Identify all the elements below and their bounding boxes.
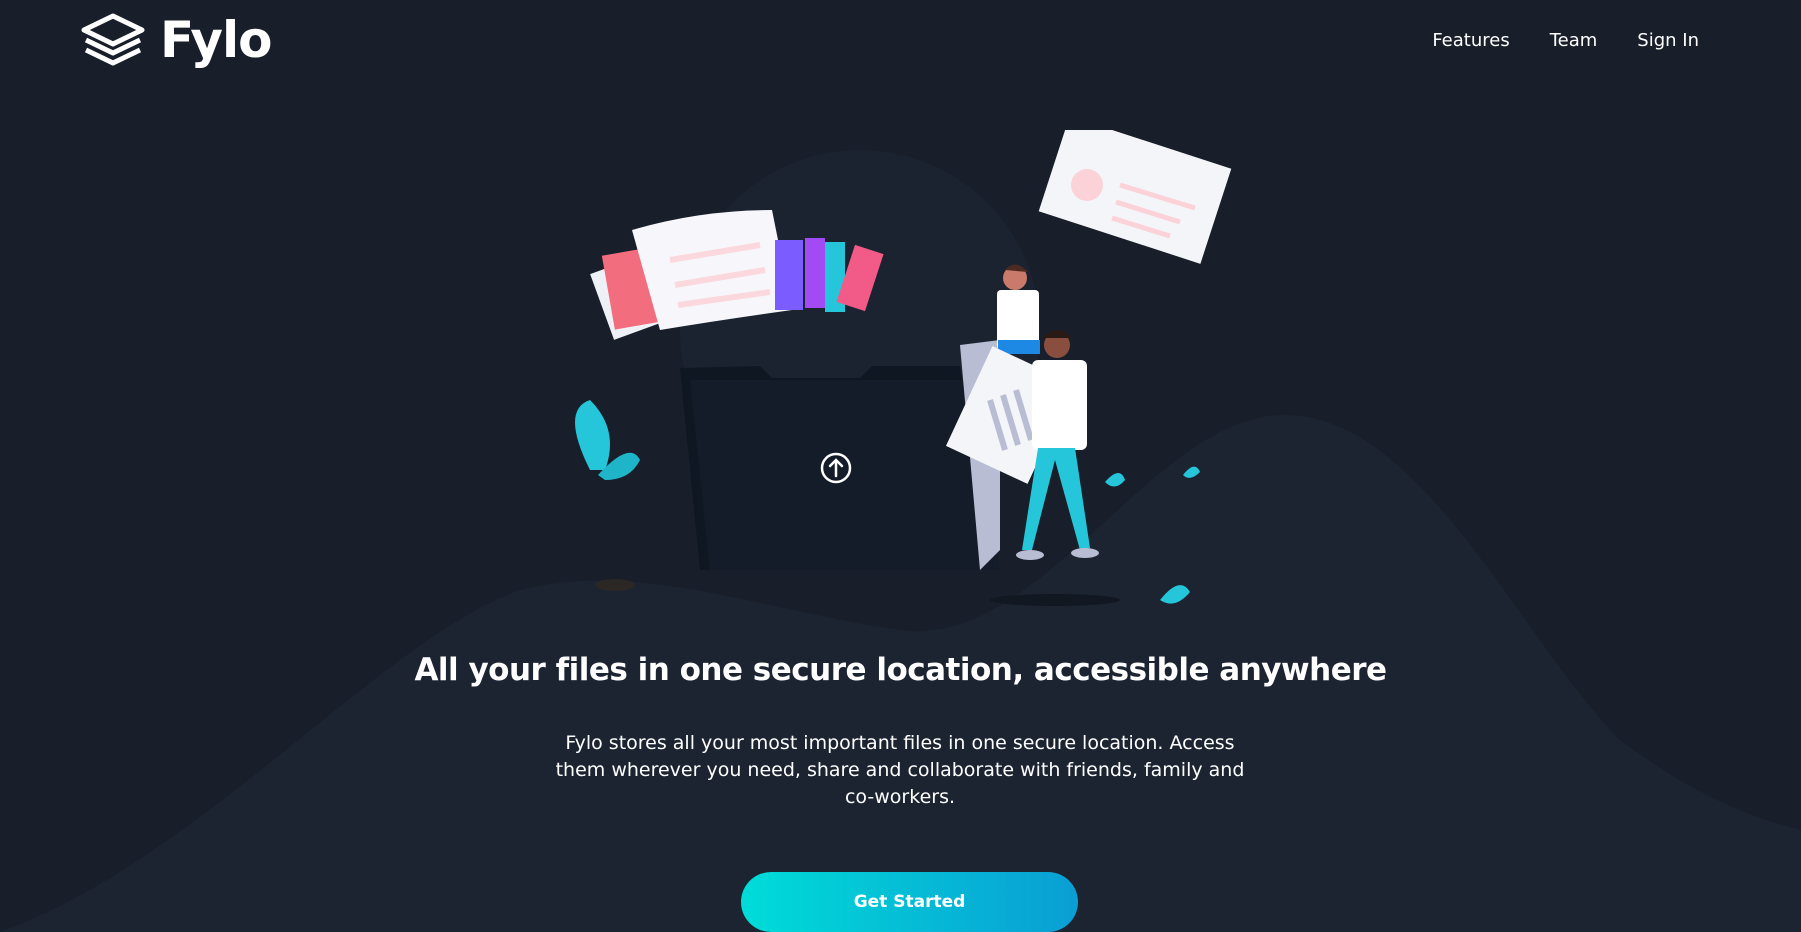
nav-sign-in-link[interactable]: Sign In [1637, 30, 1699, 51]
hero-description: Fylo stores all your most important file… [555, 732, 1245, 808]
plant-illustration [575, 400, 610, 470]
intro-illustration [575, 130, 1232, 606]
color-swatches [775, 238, 884, 312]
get-started-button[interactable]: Get Started [741, 872, 1078, 932]
nav-team-link[interactable]: Team [1550, 30, 1598, 51]
brand-name: Fylo [160, 11, 273, 69]
stacked-layers-icon [81, 13, 145, 66]
main-nav: Features Team Sign In [1432, 30, 1699, 51]
hero-headline: All your files in one secure location, a… [414, 652, 1387, 688]
site-header: Fylo Features Team Sign In [0, 0, 1801, 90]
brand-logo[interactable]: Fylo [80, 11, 273, 69]
nav-features-link[interactable]: Features [1432, 30, 1509, 51]
